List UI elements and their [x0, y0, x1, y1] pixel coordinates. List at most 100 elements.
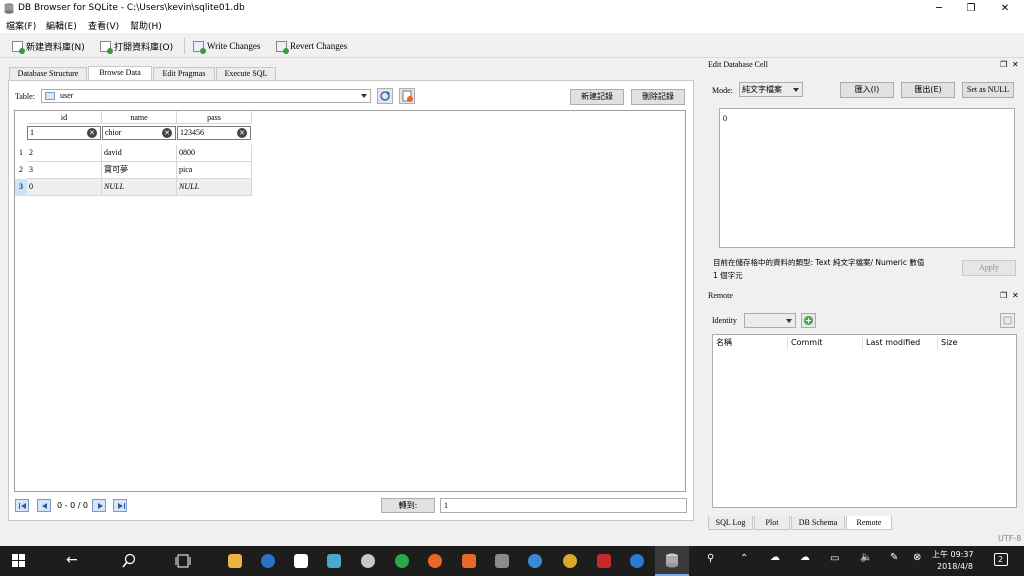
column-header-pass[interactable]: pass — [177, 111, 252, 124]
ime-icon[interactable]: ⊗ — [913, 552, 921, 563]
cell-value-editor[interactable]: 0 — [719, 108, 1015, 248]
google-icon[interactable] — [294, 554, 308, 568]
float-icon[interactable]: ❐ — [1000, 291, 1007, 300]
app-icon[interactable] — [327, 554, 341, 568]
table-cell[interactable]: 2 — [27, 145, 102, 162]
xampp-icon[interactable] — [462, 554, 476, 568]
clock-date[interactable]: 2018/4/8 — [937, 562, 973, 571]
app-icon[interactable] — [495, 554, 509, 568]
mode-select[interactable]: 純文字檔案 — [739, 82, 803, 97]
tray-chevron-icon[interactable]: ⌃ — [740, 553, 748, 564]
identity-select[interactable] — [744, 313, 796, 328]
edge-icon[interactable] — [630, 554, 644, 568]
menu-help[interactable]: 幫助(H) — [130, 19, 162, 32]
import-button[interactable]: 匯入(I) — [840, 82, 894, 98]
column-header-name[interactable]: name — [102, 111, 177, 124]
remote-column-commit[interactable]: Commit — [788, 337, 863, 350]
first-record-button[interactable] — [15, 499, 29, 512]
cloud-icon[interactable]: ☁ — [800, 552, 810, 563]
write-changes-button[interactable]: Write Changes — [193, 39, 260, 54]
float-icon[interactable]: ❐ — [1000, 60, 1007, 69]
clear-icon[interactable]: ✕ — [237, 128, 247, 138]
task-view-icon[interactable] — [175, 554, 191, 568]
new-record-button[interactable]: 新建記錄 — [570, 89, 624, 105]
tab-db-schema[interactable]: DB Schema — [791, 516, 845, 530]
row-header[interactable]: 1 — [15, 145, 27, 162]
cell-size-info: 1 個字元 — [713, 271, 743, 280]
chrome-icon[interactable] — [563, 554, 577, 568]
close-icon[interactable]: ✕ — [1012, 60, 1019, 69]
remote-column-name[interactable]: 名稱 — [713, 337, 788, 350]
table-cell[interactable]: pica — [177, 162, 252, 179]
app-icon[interactable] — [361, 554, 375, 568]
filter-name-input[interactable]: chior ✕ — [102, 126, 176, 140]
network-icon[interactable]: ☁ — [770, 552, 780, 563]
table-select[interactable]: user — [41, 89, 371, 103]
export-button[interactable]: 匯出(E) — [901, 82, 955, 98]
table-cell[interactable]: NULL — [177, 179, 252, 196]
people-icon[interactable]: ⚲ — [707, 553, 714, 564]
open-database-icon — [100, 40, 113, 54]
refresh-button[interactable] — [377, 88, 393, 104]
file-explorer-icon[interactable] — [228, 554, 242, 568]
table-cell[interactable]: NULL — [102, 179, 177, 196]
app-icon[interactable] — [261, 554, 275, 568]
tab-browse-data[interactable]: Browse Data — [88, 66, 152, 81]
battery-icon[interactable]: ▭ — [830, 553, 839, 564]
remote-column-size[interactable]: Size — [938, 337, 1016, 350]
goto-input[interactable]: 1 — [440, 498, 687, 513]
clock-time[interactable]: 上午 09:37 — [932, 549, 974, 560]
previous-record-button[interactable] — [37, 499, 51, 512]
tab-plot[interactable]: Plot — [754, 516, 790, 530]
menu-edit[interactable]: 編輯(E) — [46, 19, 77, 32]
app-icon[interactable] — [597, 554, 611, 568]
cell-type-info: 目前在儲存格中的資料的類型: Text 純文字檔案/ Numeric 數值 — [713, 258, 925, 267]
clear-icon[interactable]: ✕ — [162, 128, 172, 138]
tab-execute-sql[interactable]: Execute SQL — [216, 67, 276, 80]
remote-column-last-modified[interactable]: Last modified — [863, 337, 938, 350]
filter-pass-input[interactable]: 123456 ✕ — [177, 126, 251, 140]
remote-settings-button[interactable] — [1000, 313, 1015, 328]
table-cell[interactable]: 3 — [27, 162, 102, 179]
tab-database-structure[interactable]: Database Structure — [9, 67, 87, 80]
next-record-button[interactable] — [92, 499, 106, 512]
add-identity-button[interactable] — [801, 313, 816, 328]
minimize-button[interactable]: ─ — [922, 0, 956, 17]
search-icon[interactable] — [121, 553, 137, 569]
delete-record-button[interactable]: 刪除記錄 — [631, 89, 685, 105]
filter-id-input[interactable]: 1 ✕ — [27, 126, 101, 140]
db-browser-taskbar-button[interactable] — [655, 546, 689, 576]
back-icon[interactable]: ← — [66, 552, 78, 568]
close-button[interactable]: ✕ — [988, 0, 1022, 17]
firefox-icon[interactable] — [428, 554, 442, 568]
app-icon[interactable] — [395, 554, 409, 568]
set-null-button[interactable]: Set as NULL — [962, 82, 1014, 98]
row-header[interactable]: 2 — [15, 162, 27, 179]
apply-button[interactable]: Apply — [962, 260, 1016, 276]
chrome-icon[interactable] — [528, 554, 542, 568]
pen-icon[interactable]: ✎ — [890, 552, 898, 563]
windows-start-icon[interactable] — [12, 554, 26, 568]
column-header-id[interactable]: id — [27, 111, 102, 124]
tab-remote[interactable]: Remote — [846, 516, 892, 530]
table-cell[interactable]: 寶可夢 — [102, 162, 177, 179]
menu-file[interactable]: 檔案(F) — [6, 19, 36, 32]
menu-view[interactable]: 查看(V) — [88, 19, 119, 32]
close-icon[interactable]: ✕ — [1012, 291, 1019, 300]
maximize-button[interactable]: ❐ — [954, 0, 988, 17]
notification-icon[interactable]: 2 — [994, 553, 1008, 566]
table-cell[interactable]: 0800 — [177, 145, 252, 162]
tab-edit-pragmas[interactable]: Edit Pragmas — [153, 67, 215, 80]
clear-filters-button[interactable] — [399, 88, 415, 104]
row-header-selected[interactable]: 3 — [15, 179, 27, 196]
tab-sql-log[interactable]: SQL Log — [708, 516, 753, 530]
revert-changes-button[interactable]: Revert Changes — [276, 39, 347, 54]
table-cell[interactable]: 0 — [27, 179, 102, 196]
volume-icon[interactable]: 🔈 — [860, 552, 872, 563]
clear-icon[interactable]: ✕ — [87, 128, 97, 138]
goto-button[interactable]: 轉到: — [381, 498, 435, 513]
open-database-button[interactable]: 打開資料庫(O) — [100, 39, 173, 54]
table-cell[interactable]: david — [102, 145, 177, 162]
last-record-button[interactable] — [113, 499, 127, 512]
new-database-button[interactable]: 新建資料庫(N) — [12, 39, 85, 54]
